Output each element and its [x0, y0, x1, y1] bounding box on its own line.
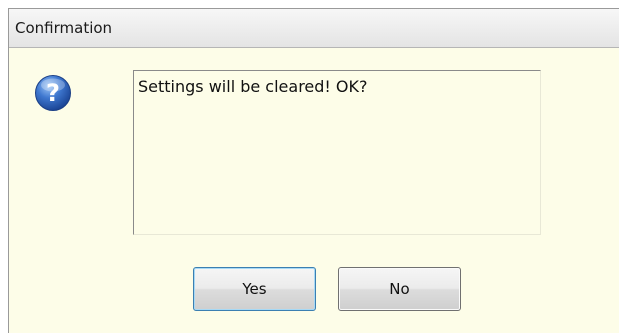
dialog-title: Confirmation — [15, 19, 113, 37]
question-icon: ? — [35, 75, 71, 111]
svg-text:?: ? — [46, 79, 60, 107]
message-area: Settings will be cleared! OK? — [133, 70, 541, 235]
title-bar[interactable]: Confirmation — [9, 9, 619, 48]
confirmation-dialog: Confirmation ? Settings will be cleared!… — [8, 8, 619, 333]
no-button[interactable]: No — [338, 267, 461, 311]
yes-button[interactable]: Yes — [193, 267, 316, 311]
message-text: Settings will be cleared! OK? — [138, 77, 368, 96]
